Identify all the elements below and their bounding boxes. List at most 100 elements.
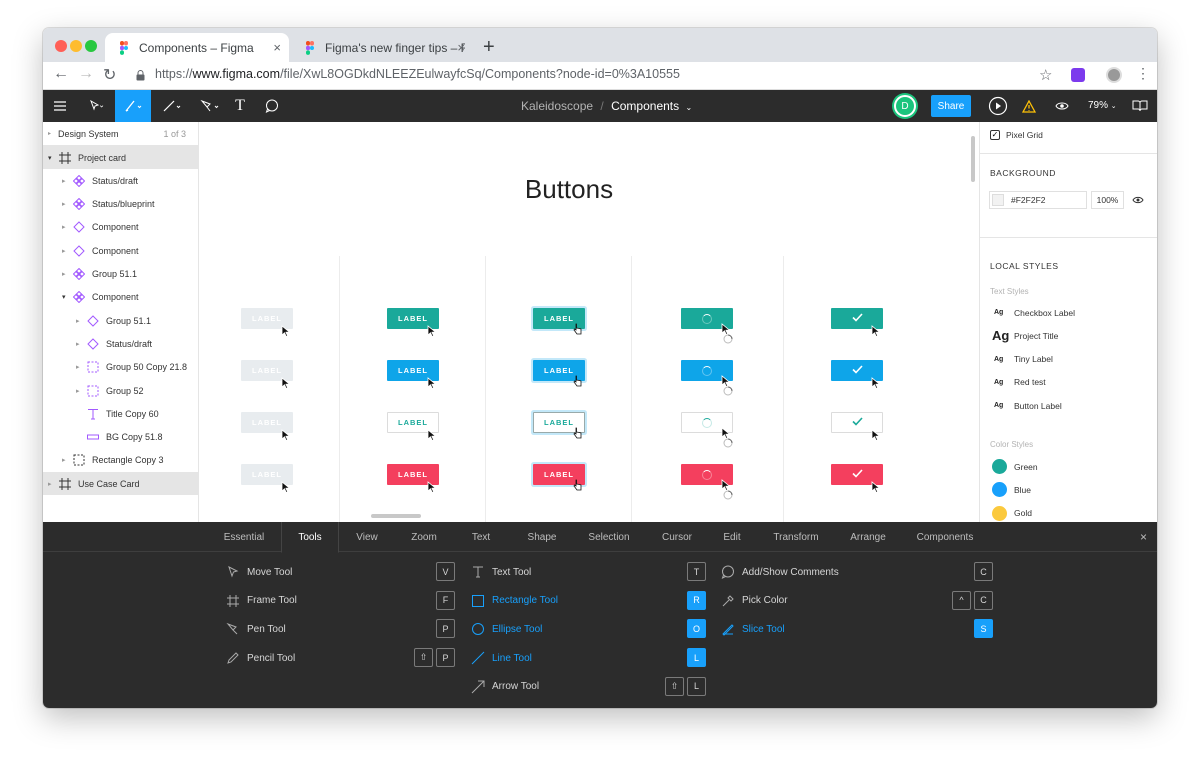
- shortcut-tab-view[interactable]: View: [340, 522, 394, 552]
- hamburger-menu-icon[interactable]: [49, 90, 71, 122]
- caret-right-icon[interactable]: ▸: [48, 480, 52, 488]
- browser-tab[interactable]: Figma's new finger tips – Figma ×: [291, 33, 473, 62]
- bg-opacity-input[interactable]: 100%: [1091, 191, 1124, 209]
- color-style-item[interactable]: Green: [980, 455, 1157, 478]
- text-style-item[interactable]: Ag Tiny Label: [980, 348, 1157, 371]
- caret-right-icon[interactable]: ▸: [62, 223, 66, 231]
- shortcut-tab-text[interactable]: Text: [457, 522, 505, 552]
- vertical-scrollbar[interactable]: [971, 136, 975, 182]
- shortcut-tab-cursor[interactable]: Cursor: [647, 522, 707, 552]
- layer-row[interactable]: ▸ Status/draft: [43, 169, 198, 192]
- visibility-eye-icon[interactable]: [1132, 196, 1144, 204]
- shortcut-tab-arrange[interactable]: Arrange: [838, 522, 898, 552]
- pen-tool-active-icon[interactable]: [115, 90, 151, 122]
- menu-kebab-icon[interactable]: ⋮: [1136, 65, 1150, 82]
- shortcut-item: Slice Tool S: [721, 619, 994, 639]
- close-window-button[interactable]: [55, 40, 67, 52]
- pixel-grid-label: Pixel Grid: [1006, 130, 1043, 140]
- shortcut-tab-edit[interactable]: Edit: [710, 522, 754, 552]
- caret-right-icon[interactable]: ▸: [62, 270, 66, 278]
- user-avatar[interactable]: D: [894, 95, 916, 117]
- warning-icon[interactable]: [1018, 90, 1040, 122]
- shortcut-tab-zoom[interactable]: Zoom: [394, 522, 454, 552]
- layer-row[interactable]: ▸ Group 51.1: [43, 309, 198, 332]
- bookmark-star-icon[interactable]: ☆: [1039, 66, 1052, 84]
- layer-row[interactable]: ▸ Status/blueprint: [43, 193, 198, 216]
- color-style-item[interactable]: Blue: [980, 478, 1157, 501]
- caret-right-icon[interactable]: ▸: [62, 200, 66, 208]
- page-selector[interactable]: ▸ Design System 1 of 3: [43, 122, 198, 146]
- caret-right-icon[interactable]: ▸: [62, 177, 66, 185]
- text-style-item[interactable]: Ag Checkbox Label: [980, 301, 1157, 324]
- comment-tool-icon[interactable]: [261, 90, 283, 122]
- url-field[interactable]: https://www.figma.com/file/XwL8OGDkdNLEE…: [155, 67, 680, 81]
- group-icon: [87, 361, 99, 373]
- caret-right-icon[interactable]: ▸: [62, 456, 66, 464]
- close-tab-icon[interactable]: ×: [457, 40, 465, 55]
- layer-row[interactable]: ▸ Component: [43, 239, 198, 262]
- layer-row[interactable]: ▸ Status/draft: [43, 332, 198, 355]
- forward-icon[interactable]: →: [78, 65, 94, 83]
- frame-title: Buttons: [524, 174, 614, 204]
- zoom-level[interactable]: 79% ⌄: [1088, 100, 1117, 111]
- view-eye-icon[interactable]: [1051, 90, 1073, 122]
- back-icon[interactable]: ←: [53, 65, 69, 83]
- shortcut-tab-shape[interactable]: Shape: [513, 522, 571, 552]
- layer-row[interactable]: ▸ Group 52: [43, 379, 198, 402]
- minimize-window-button[interactable]: [70, 40, 82, 52]
- local-styles-title: LOCAL STYLES: [990, 261, 1059, 271]
- horizontal-scrollbar[interactable]: [371, 514, 421, 518]
- caret-down-icon[interactable]: ▾: [62, 293, 66, 301]
- bg-color-swatch[interactable]: [992, 194, 1004, 206]
- arrow-cursor-icon: [427, 428, 437, 442]
- maximize-window-button[interactable]: [85, 40, 97, 52]
- layer-row[interactable]: ▸ Rectangle Copy 3: [43, 449, 198, 472]
- color-style-name: Gold: [1014, 508, 1032, 519]
- layer-row[interactable]: ▾ Component: [43, 286, 198, 309]
- layer-row[interactable]: ▸ Group 51.1: [43, 263, 198, 286]
- chevron-down-icon[interactable]: ⌄: [685, 103, 692, 112]
- caret-right-icon[interactable]: ▸: [76, 387, 80, 395]
- layer-row[interactable]: ▸ Group 50 Copy 21.8: [43, 356, 198, 379]
- layer-name: Group 52: [106, 385, 144, 396]
- extension-icon[interactable]: [1071, 68, 1085, 82]
- shortcut-tab-components[interactable]: Components: [901, 522, 989, 552]
- layer-row[interactable]: BG Copy 51.8: [43, 426, 198, 449]
- canvas[interactable]: Buttons LABEL LABEL LABEL LABEL LABEL LABEL LA…: [199, 122, 979, 522]
- shortcut-tab-tools[interactable]: Tools: [281, 522, 339, 553]
- caret-right-icon[interactable]: ▸: [76, 317, 80, 325]
- shortcut-tab-essential[interactable]: Essential: [216, 522, 272, 552]
- reload-icon[interactable]: ↻: [103, 65, 116, 85]
- pixel-grid-checkbox[interactable]: ✓: [990, 130, 1000, 140]
- line-tool-icon[interactable]: [155, 90, 189, 122]
- move-tool-icon[interactable]: [81, 90, 113, 122]
- layer-row[interactable]: ▾ Project card: [43, 146, 198, 169]
- close-icon[interactable]: ×: [1140, 530, 1147, 544]
- layer-row[interactable]: ▸ Use Case Card: [43, 472, 198, 496]
- text-style-item[interactable]: Ag Red test: [980, 371, 1157, 394]
- present-play-icon[interactable]: [987, 90, 1009, 122]
- shortcut-tab-selection[interactable]: Selection: [573, 522, 645, 552]
- browser-tab-active[interactable]: Components – Figma ×: [105, 33, 289, 62]
- layer-row[interactable]: ▸ Component: [43, 216, 198, 239]
- arrow-cursor-icon: [871, 428, 881, 442]
- profile-avatar[interactable]: [1106, 67, 1122, 83]
- text-tool-icon[interactable]: T: [229, 90, 251, 122]
- share-button[interactable]: Share: [931, 95, 971, 117]
- caret-right-icon[interactable]: ▸: [62, 247, 66, 255]
- group-icon: [87, 385, 99, 397]
- close-tab-icon[interactable]: ×: [273, 40, 281, 55]
- text-style-item[interactable]: Ag Button Label: [980, 394, 1157, 417]
- project-name[interactable]: Kaleidoscope: [521, 99, 593, 113]
- caret-right-icon[interactable]: ▸: [76, 340, 80, 348]
- pen-nib-tool-icon[interactable]: [193, 90, 227, 122]
- bg-color-input[interactable]: #F2F2F2: [989, 191, 1087, 209]
- new-tab-button[interactable]: +: [483, 36, 495, 59]
- file-name[interactable]: Components: [611, 99, 679, 113]
- caret-right-icon[interactable]: ▸: [76, 363, 80, 371]
- library-book-icon[interactable]: [1129, 90, 1151, 122]
- shortcut-tab-transform[interactable]: Transform: [756, 522, 836, 552]
- layer-row[interactable]: Title Copy 60: [43, 402, 198, 425]
- caret-down-icon[interactable]: ▾: [48, 154, 52, 162]
- text-style-item[interactable]: Ag Project Title: [980, 324, 1157, 347]
